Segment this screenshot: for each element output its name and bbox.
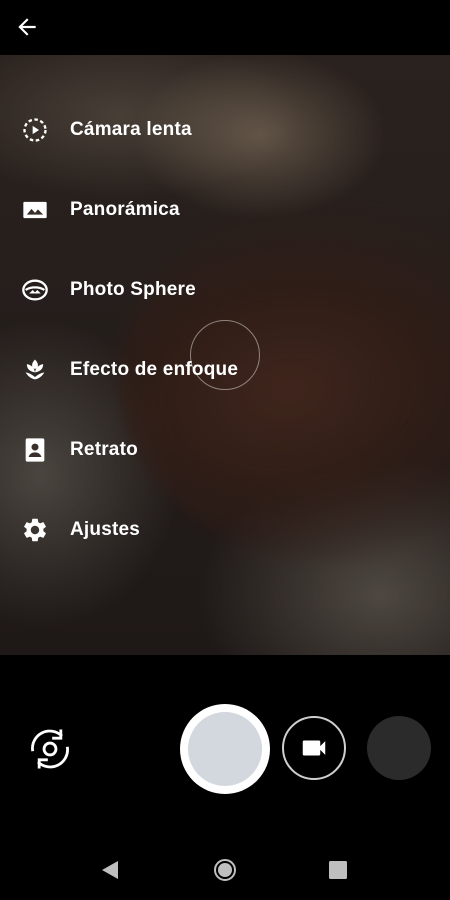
menu-item-portrait[interactable]: Retrato: [0, 410, 450, 490]
arrow-back-icon: [18, 18, 36, 36]
shutter-button[interactable]: [180, 704, 270, 794]
top-bar: [0, 0, 450, 55]
menu-item-panorama[interactable]: Panorámica: [0, 170, 450, 250]
menu-item-label: Cámara lenta: [70, 119, 192, 140]
menu-item-focus-effect[interactable]: Efecto de enfoque: [0, 330, 450, 410]
home-circle-icon[interactable]: [213, 858, 237, 882]
video-mode-button[interactable]: [282, 716, 346, 780]
camera-screen: Cámara lenta Panorámica Photo Sphere Efe…: [0, 0, 450, 900]
panorama-icon: [0, 196, 70, 224]
menu-item-label: Panorámica: [70, 199, 180, 220]
camera-viewfinder[interactable]: Cámara lenta Panorámica Photo Sphere Efe…: [0, 55, 450, 655]
menu-item-label: Ajustes: [70, 519, 141, 540]
back-triangle-icon[interactable]: [98, 858, 122, 882]
photo-sphere-icon: [0, 276, 70, 304]
system-nav-bar: [0, 840, 450, 900]
switch-camera-icon: [31, 729, 69, 769]
switch-camera-button[interactable]: [24, 723, 76, 775]
video-camera-icon: [302, 740, 326, 756]
menu-item-label: Efecto de enfoque: [70, 359, 239, 380]
menu-item-photo-sphere[interactable]: Photo Sphere: [0, 250, 450, 330]
tulip-icon: [0, 356, 70, 384]
menu-item-settings[interactable]: Ajustes: [0, 490, 450, 570]
menu-item-label: Photo Sphere: [70, 279, 196, 300]
recents-square-icon[interactable]: [326, 858, 350, 882]
mode-menu: Cámara lenta Panorámica Photo Sphere Efe…: [0, 90, 450, 570]
back-button[interactable]: [10, 10, 44, 44]
portrait-icon: [0, 436, 70, 464]
gear-icon: [0, 516, 70, 544]
menu-item-slow-motion[interactable]: Cámara lenta: [0, 90, 450, 170]
shutter-inner: [188, 712, 262, 786]
gallery-thumbnail[interactable]: [367, 716, 431, 780]
menu-item-label: Retrato: [70, 439, 138, 460]
slow-motion-icon: [0, 116, 70, 144]
